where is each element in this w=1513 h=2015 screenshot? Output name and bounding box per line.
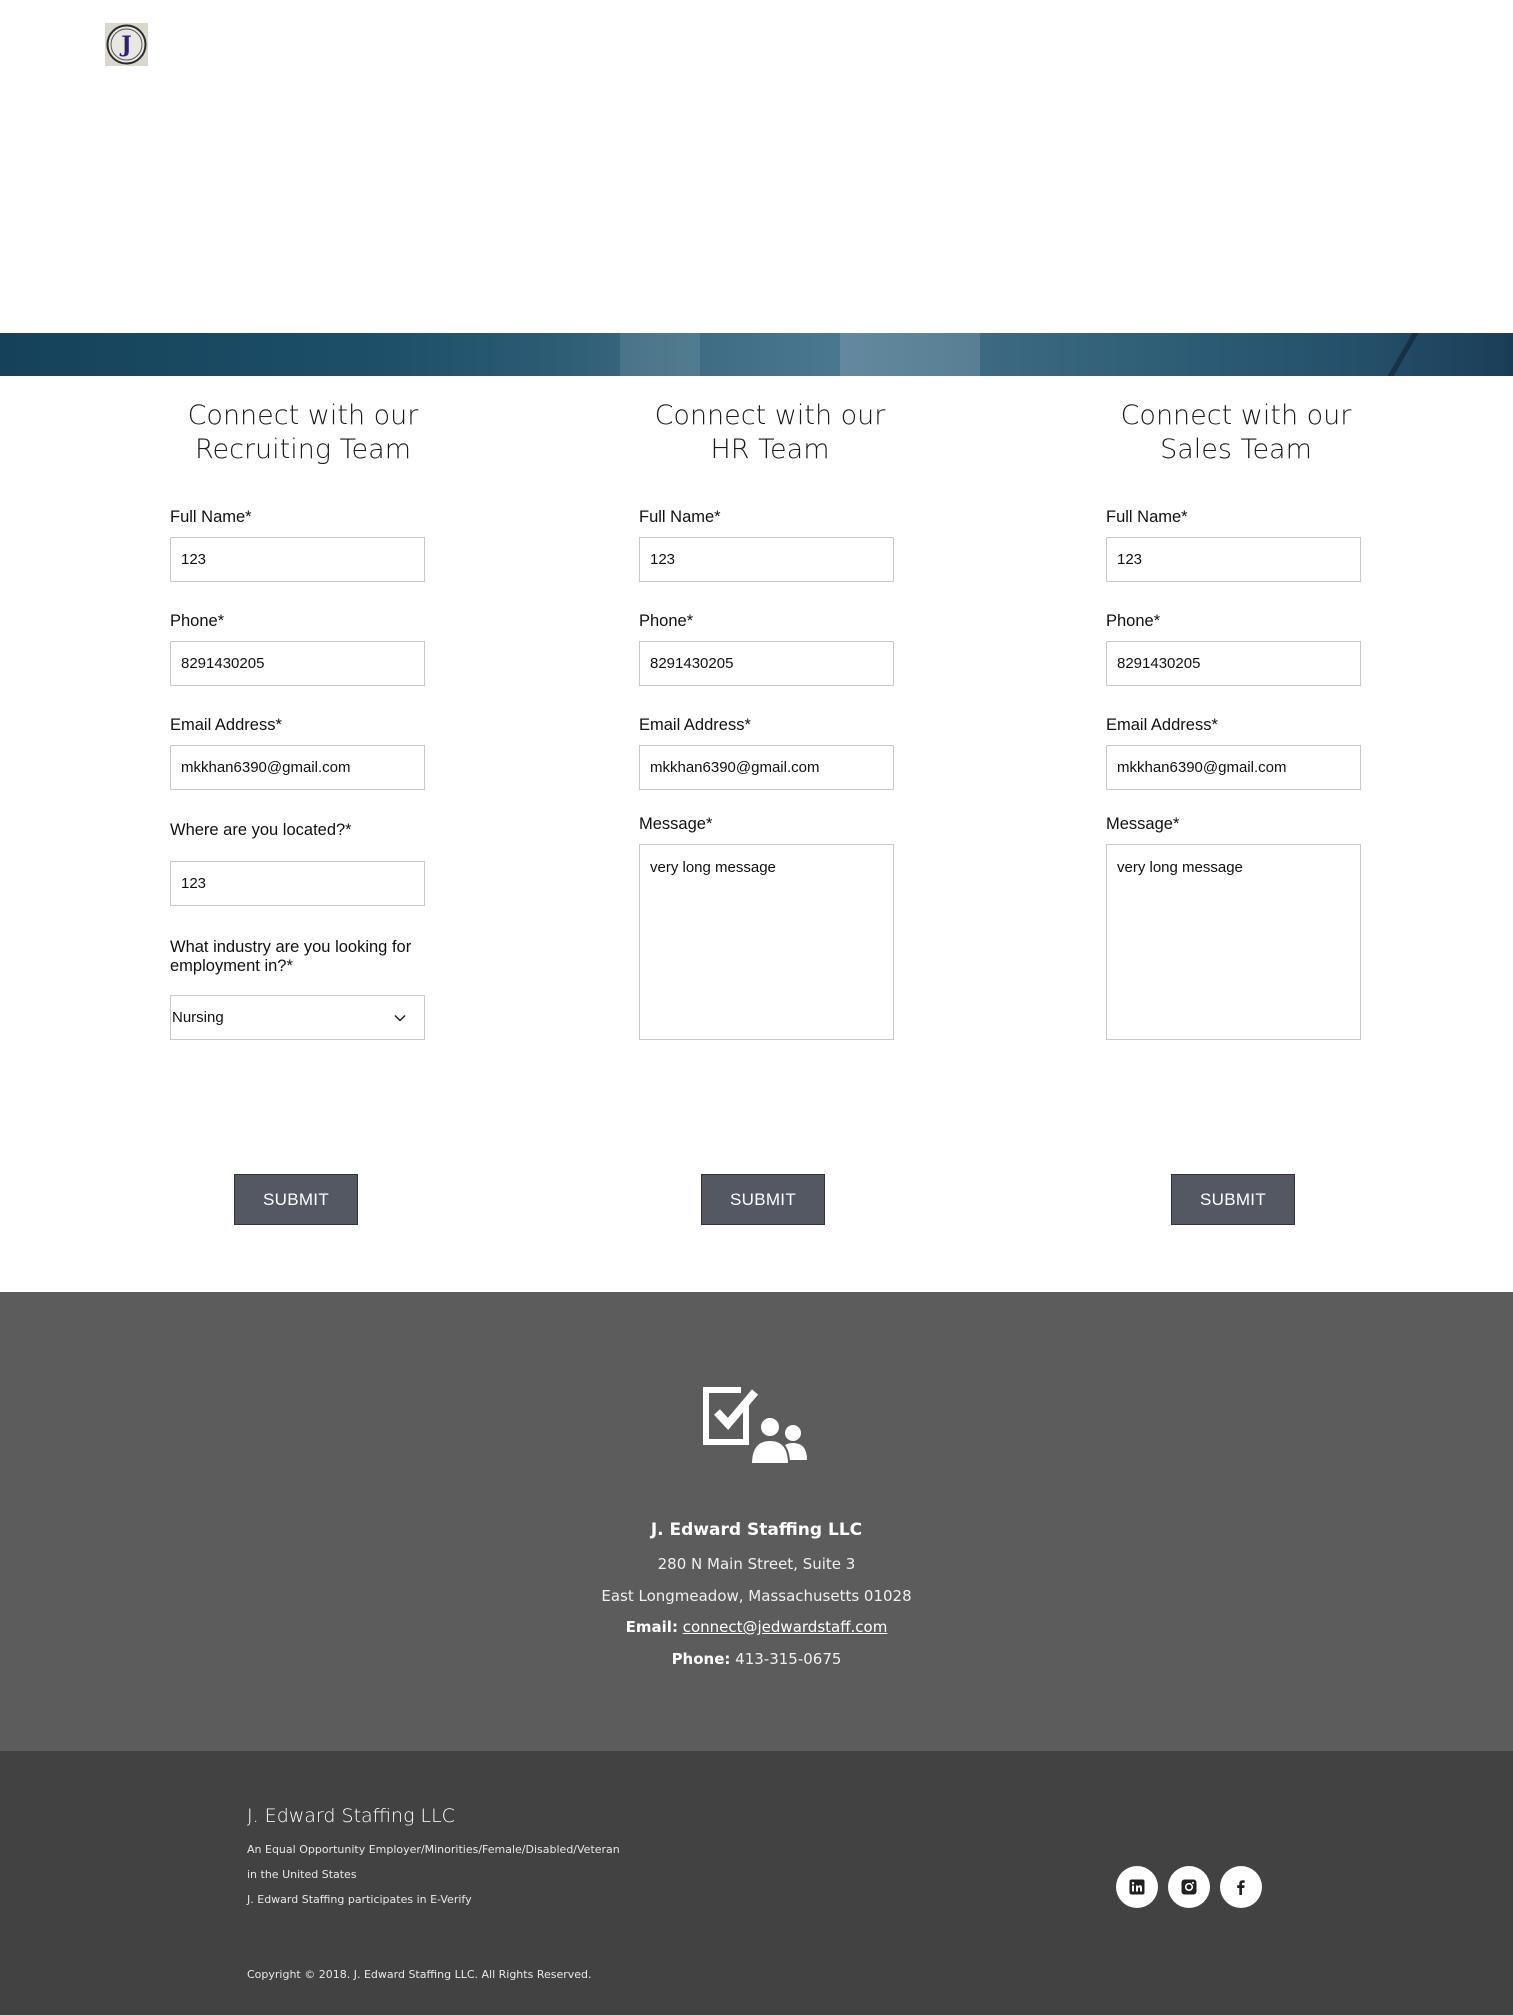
site-logo[interactable]: J [105,23,148,66]
contact-email-line: Email: connect@jedwardstaff.com [0,1618,1513,1636]
email-input[interactable]: mkkhan6390@gmail.com [1106,745,1361,790]
industry-selected-value: Nursing [172,1009,224,1026]
message-textarea[interactable]: very long message [1106,844,1361,1040]
phone-label: Phone* [170,612,225,630]
hr-form-title: Connect with our HR Team [560,376,980,467]
email-input[interactable]: mkkhan6390@gmail.com [170,745,425,790]
form-title-line2: HR Team [710,434,830,465]
location-label: Where are you located?* [170,821,352,839]
footer-eeo-line1: An Equal Opportunity Employer/Minorities… [247,1843,620,1856]
phone-label: Phone* [639,612,694,630]
email-label: Email: [625,1618,678,1636]
form-title-line1: Connect with our [187,400,419,431]
email-label: Email Address* [639,716,751,734]
sales-form-title: Connect with our Sales Team [1026,376,1446,467]
j-edward-logo-icon: J [106,24,147,65]
contact-email-link[interactable]: connect@jedwardstaff.com [683,1618,888,1636]
facebook-icon [1237,1880,1245,1895]
chevron-down-icon [394,1014,406,1022]
instagram-button[interactable] [1168,1866,1210,1908]
message-textarea[interactable]: very long message [639,844,894,1040]
recruiting-form-title: Connect with our Recruiting Team [93,376,513,467]
hr-submit-button[interactable]: SUBMIT [701,1174,825,1225]
phone-input[interactable]: 8291430205 [170,641,425,686]
email-input[interactable]: mkkhan6390@gmail.com [639,745,894,790]
email-label: Email Address* [1106,716,1218,734]
hero-banner-strip [0,333,1513,376]
location-input[interactable]: 123 [170,861,425,906]
form-title-line2: Sales Team [1160,434,1312,465]
footer-eeo-line2: in the United States [247,1868,357,1881]
full-name-label: Full Name* [639,508,721,526]
message-label: Message* [1106,815,1180,833]
footer-everify: J. Edward Staffing participates in E-Ver… [247,1893,472,1906]
contact-company-name: J. Edward Staffing LLC [650,1520,863,1540]
industry-select[interactable]: Nursing [170,995,425,1040]
facebook-button[interactable] [1220,1866,1262,1908]
full-name-input[interactable]: 123 [639,537,894,582]
full-name-input[interactable]: 123 [1106,537,1361,582]
full-name-input[interactable]: 123 [170,537,425,582]
full-name-label: Full Name* [170,508,252,526]
recruiting-submit-button[interactable]: SUBMIT [234,1174,358,1225]
svg-text:J: J [119,32,131,58]
email-label: Email Address* [170,716,282,734]
contact-address-line2: East Longmeadow, Massachusetts 01028 [601,1587,912,1605]
form-title-line1: Connect with our [654,400,886,431]
message-label: Message* [639,815,713,833]
phone-label: Phone* [1106,612,1161,630]
phone-label: Phone: [671,1650,731,1668]
footer-copyright: Copyright © 2018. J. Edward Staffing LLC… [247,1968,592,1981]
industry-label: What industry are you looking for employ… [170,938,412,975]
full-name-label: Full Name* [1106,508,1188,526]
instagram-icon [1181,1879,1197,1895]
linkedin-button[interactable] [1116,1866,1158,1908]
checklist-people-icon [703,1387,807,1464]
sales-submit-button[interactable]: SUBMIT [1171,1174,1295,1225]
linkedin-icon [1129,1879,1145,1895]
phone-input[interactable]: 8291430205 [1106,641,1361,686]
footer-company-name: J. Edward Staffing LLC [247,1805,455,1827]
contact-phone-line: Phone: 413-315-0675 [0,1650,1513,1668]
site-footer: J. Edward Staffing LLC An Equal Opportun… [0,1751,1513,2015]
form-title-line1: Connect with our [1120,400,1352,431]
contact-phone-value: 413-315-0675 [735,1650,842,1668]
contact-address-line1: 280 N Main Street, Suite 3 [657,1555,856,1573]
phone-input[interactable]: 8291430205 [639,641,894,686]
contact-info-section: J. Edward Staffing LLC 280 N Main Street… [0,1292,1513,1751]
form-title-line2: Recruiting Team [194,434,412,465]
